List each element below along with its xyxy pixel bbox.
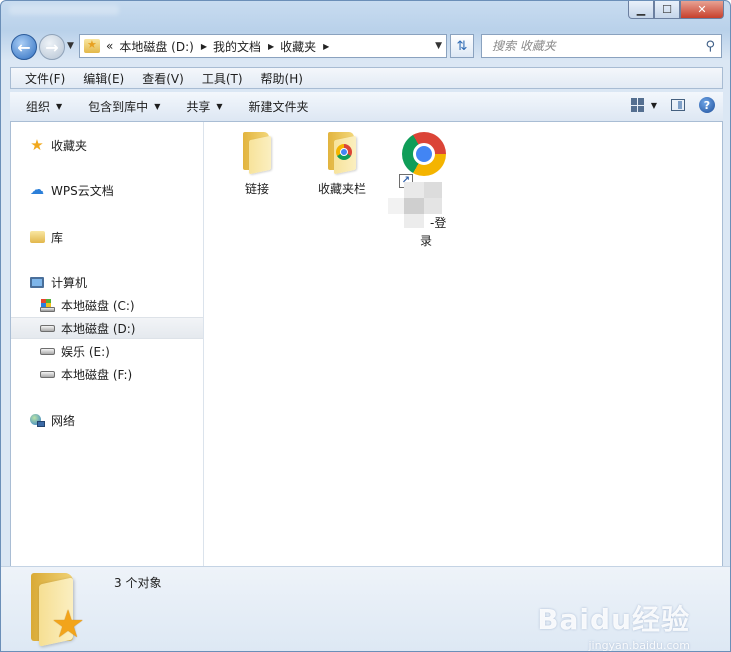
breadcrumb-separator-icon[interactable]: ▶ (201, 42, 207, 51)
breadcrumb-separator-icon[interactable]: ▶ (268, 42, 274, 51)
nav-item-label: 本地磁盘 (C:) (61, 298, 135, 313)
file-list[interactable]: 链接 收藏夹栏 ↗ -登 录 (204, 122, 722, 566)
organize-label: 组织 (26, 100, 51, 114)
navigation-bar: ← → ▼ « 本地磁盘 (D:) ▶ 我的文档 ▶ 收藏夹 ▶ ▼ ⇅ ⚲ (1, 29, 730, 65)
drive-icon (39, 321, 55, 335)
title-blurred (9, 5, 119, 15)
cloud-icon: ☁ (30, 182, 44, 198)
close-button[interactable]: ✕ (680, 1, 724, 19)
nav-item-drive-e[interactable]: 娱乐 (E:) (11, 340, 231, 362)
nav-item-label: 网络 (51, 413, 76, 428)
menu-help[interactable]: 帮助(H) (261, 70, 303, 87)
search-box[interactable]: ⚲ (481, 34, 722, 58)
nav-item-wps-cloud[interactable]: ☁ WPS云文档 (11, 179, 221, 201)
include-in-library-button[interactable]: 包含到库中 ▼ (88, 98, 160, 115)
nav-item-computer[interactable]: 计算机 (11, 271, 221, 293)
address-bar[interactable]: « 本地磁盘 (D:) ▶ 我的文档 ▶ 收藏夹 ▶ ▼ (79, 34, 447, 58)
arrow-left-icon: ← (17, 37, 31, 57)
library-icon (29, 230, 45, 244)
file-name: 链接 (244, 182, 269, 196)
forward-button[interactable]: → (39, 34, 65, 60)
computer-icon (29, 275, 45, 289)
file-item-links[interactable]: 链接 (219, 132, 295, 197)
drive-icon (39, 344, 55, 358)
organize-button[interactable]: 组织 ▼ (26, 98, 62, 115)
nav-item-library[interactable]: 库 (11, 226, 221, 248)
chrome-icon (402, 132, 446, 176)
new-folder-button[interactable]: 新建文件夹 (249, 98, 309, 115)
nav-item-favorites[interactable]: ★ 收藏夹 (11, 134, 221, 156)
chevron-down-icon: ▼ (56, 102, 63, 111)
content-area: ★ 收藏夹 ☁ WPS云文档 库 计算机 本地磁盘 (C:) 本地磁盘 (D:)… (10, 122, 723, 566)
search-icon[interactable]: ⚲ (705, 39, 715, 54)
nav-item-label: 本地磁盘 (F:) (61, 367, 133, 382)
menu-tools[interactable]: 工具(T) (202, 70, 243, 87)
baidu-watermark-url: jingyan.baidu.com (588, 639, 690, 652)
command-bar: 组织 ▼ 包含到库中 ▼ 共享 ▼ 新建文件夹 ▼ ? (10, 92, 723, 122)
folder-icon (241, 132, 273, 175)
file-item-chrome-shortcut[interactable]: ↗ -登 录 (386, 132, 462, 252)
preview-pane-icon[interactable] (671, 99, 685, 111)
toolbar-right: ▼ ? (630, 97, 715, 113)
nav-item-label: 收藏夹 (51, 138, 88, 153)
breadcrumb-drive-d[interactable]: 本地磁盘 (D:) (119, 38, 193, 55)
help-icon[interactable]: ? (699, 97, 715, 113)
nav-item-label: WPS云文档 (51, 183, 114, 198)
star-icon: ★ (30, 136, 44, 154)
item-count: 3 个对象 (114, 576, 162, 590)
file-name: 收藏夹栏 (317, 182, 366, 196)
arrow-right-icon: → (45, 37, 59, 57)
share-button[interactable]: 共享 ▼ (186, 98, 222, 115)
baidu-watermark: Baidu经验 (537, 603, 690, 636)
nav-item-network[interactable]: 网络 (11, 409, 221, 431)
include-library-label: 包含到库中 (88, 100, 149, 114)
chevron-down-icon: ▼ (154, 102, 161, 111)
nav-item-label: 计算机 (51, 275, 88, 290)
maximize-button[interactable]: ☐ (654, 1, 680, 19)
breadcrumb-overflow[interactable]: « (106, 39, 113, 53)
drive-icon (39, 367, 55, 381)
navigation-pane[interactable]: ★ 收藏夹 ☁ WPS云文档 库 计算机 本地磁盘 (C:) 本地磁盘 (D:)… (11, 122, 204, 566)
new-folder-label: 新建文件夹 (248, 100, 309, 114)
breadcrumb-my-documents[interactable]: 我的文档 (213, 38, 261, 55)
change-view-icon[interactable] (630, 98, 645, 112)
chevron-down-icon: ▼ (216, 102, 223, 111)
window-controls: ▁ ☐ ✕ (628, 1, 724, 19)
view-options-dropdown-icon[interactable]: ▼ (651, 101, 657, 110)
favorites-folder-icon (84, 38, 100, 53)
recent-pages-dropdown[interactable]: ▼ (67, 41, 74, 51)
file-name-line2: 录 (420, 234, 433, 248)
breadcrumb-favorites[interactable]: 收藏夹 (280, 38, 316, 55)
search-input[interactable] (490, 38, 704, 54)
menu-view[interactable]: 查看(V) (142, 70, 184, 87)
nav-item-label: 本地磁盘 (D:) (61, 321, 136, 336)
file-item-favorites-bar[interactable]: 收藏夹栏 (304, 132, 380, 197)
windows-drive-icon (39, 298, 55, 312)
back-button[interactable]: ← (11, 34, 37, 60)
nav-item-label: 娱乐 (E:) (61, 344, 110, 359)
refresh-button[interactable]: ⇅ (450, 34, 474, 58)
menu-edit[interactable]: 编辑(E) (83, 70, 124, 87)
explorer-window: ▁ ☐ ✕ ← → ▼ « 本地磁盘 (D:) ▶ 我的文档 ▶ 收藏夹 ▶ ▼… (0, 0, 731, 652)
file-name-line1: -登 (430, 216, 447, 230)
favorites-folder-large-icon: ★ (29, 573, 89, 647)
refresh-icon: ⇅ (456, 38, 468, 54)
folder-chrome-icon (326, 132, 358, 175)
address-dropdown-icon[interactable]: ▼ (435, 41, 442, 51)
nav-item-drive-c[interactable]: 本地磁盘 (C:) (11, 294, 231, 316)
minimize-button[interactable]: ▁ (628, 1, 654, 19)
nav-item-drive-f[interactable]: 本地磁盘 (F:) (11, 363, 231, 385)
menu-bar: 文件(F) 编辑(E) 查看(V) 工具(T) 帮助(H) (10, 67, 723, 89)
nav-item-drive-d[interactable]: 本地磁盘 (D:) (11, 317, 203, 339)
share-label: 共享 (186, 100, 211, 114)
title-bar[interactable]: ▁ ☐ ✕ (1, 1, 730, 29)
details-pane: ★ 3 个对象 Baidu经验 jingyan.baidu.com (1, 566, 730, 652)
network-icon (29, 413, 45, 427)
menu-file[interactable]: 文件(F) (25, 70, 65, 87)
nav-item-label: 库 (51, 230, 64, 245)
breadcrumb-separator-icon[interactable]: ▶ (323, 42, 329, 51)
